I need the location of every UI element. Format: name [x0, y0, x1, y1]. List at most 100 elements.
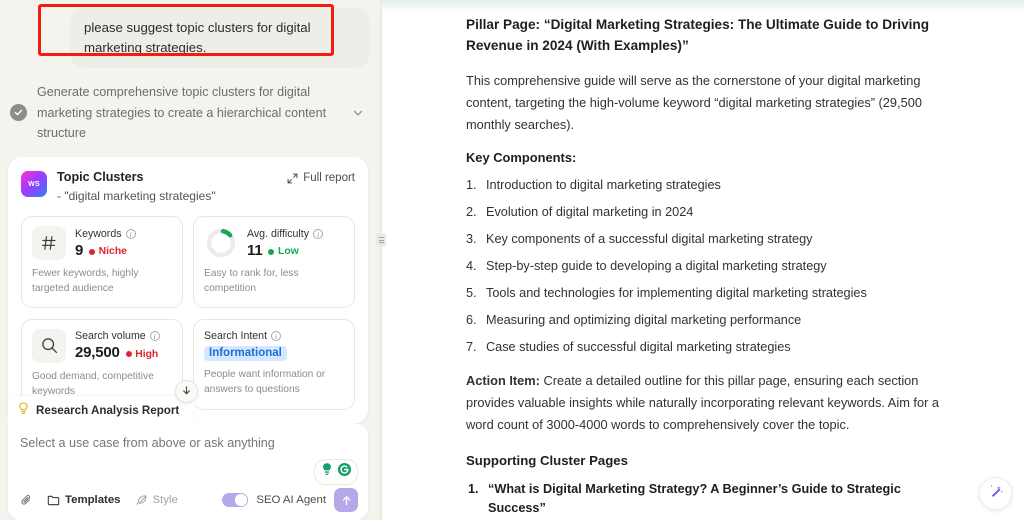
status-dot: [89, 248, 96, 255]
document-intro-paragraph: This comprehensive guide will serve as t…: [466, 73, 922, 133]
style-button[interactable]: Style: [135, 494, 178, 507]
list-item-number: 5.: [466, 285, 477, 300]
check-circle-icon: [10, 104, 27, 122]
metric-card-keywords[interactable]: Keywords i 9 Niche Fewer keywords, highl…: [21, 216, 183, 308]
templates-label: Templates: [65, 494, 121, 506]
list-item-number: 3.: [466, 231, 477, 246]
list-item-number: 6.: [466, 312, 477, 327]
lightbulb-icon: [18, 402, 29, 418]
metric-note: People want information or answers to qu…: [204, 369, 326, 396]
status-badge-label: High: [135, 348, 159, 360]
full-report-button[interactable]: Full report: [287, 172, 355, 184]
arrow-down-icon: [181, 383, 192, 401]
composer-input[interactable]: Select a use case from above or ask anyt…: [20, 436, 356, 450]
list-item: 1. “What is Digital Marketing Strategy? …: [466, 480, 944, 520]
action-item-paragraph: Action Item: Create a detailed outline f…: [466, 370, 944, 436]
chat-scroll-area[interactable]: please suggest topic clusters for digita…: [0, 0, 380, 520]
task-summary-text: Generate comprehensive topic clusters fo…: [37, 85, 327, 140]
card-title: Topic Clusters: [57, 170, 144, 185]
full-report-label: Full report: [303, 172, 355, 185]
metric-value-row: 9 Niche: [75, 242, 136, 259]
style-label: Style: [152, 494, 178, 506]
list-item: 7. Case studies of successful digital mar…: [466, 338, 944, 356]
intent-pill-wrap: Informational: [204, 342, 344, 362]
supporting-cluster-pages-heading: Supporting Cluster Pages: [466, 452, 628, 468]
paperclip-icon: [21, 494, 31, 505]
list-item-label: Key components of a successful digital m…: [486, 231, 813, 246]
status-badge-label: Niche: [98, 246, 127, 258]
magic-wand-button[interactable]: [979, 477, 1012, 510]
list-item: 6. Measuring and optimizing digital marke…: [466, 311, 944, 329]
use-case-tab-label: Research Analysis Report: [36, 403, 180, 417]
metric-label: Search volume: [75, 330, 146, 343]
info-icon[interactable]: i: [313, 228, 324, 239]
metric-label: Keywords: [75, 227, 122, 240]
list-item: 5. Tools and technologies for implementin…: [466, 284, 944, 302]
composer-toolbar: Templates Style SEO AI Agent: [20, 488, 358, 512]
metrics-row-1: Keywords i 9 Niche Fewer keywords, highl…: [21, 216, 355, 308]
metric-label: Avg. difficulty: [247, 227, 310, 240]
chevron-down-icon[interactable]: [350, 107, 366, 119]
grammarly-g-icon[interactable]: [337, 462, 352, 482]
info-icon[interactable]: i: [149, 331, 160, 342]
list-item: 4. Step-by-step guide to developing a dig…: [466, 257, 944, 275]
info-icon[interactable]: i: [271, 330, 282, 341]
feather-icon: [135, 494, 146, 505]
metric-label: Search Intent: [204, 329, 268, 342]
status-dot: [268, 248, 275, 255]
list-item-number: 7.: [466, 339, 477, 354]
lightbulb-green-icon[interactable]: [320, 462, 334, 482]
metric-value: 9: [75, 241, 84, 259]
attach-button[interactable]: [20, 494, 33, 507]
folder-icon: [47, 495, 60, 505]
app-logo-icon: WS: [21, 171, 47, 198]
metric-body: Keywords i 9 Niche: [75, 228, 136, 259]
list-item-label: Measuring and optimizing digital marketi…: [486, 312, 802, 327]
scroll-to-bottom-button[interactable]: [175, 380, 198, 403]
chat-panel: please suggest topic clusters for digita…: [0, 0, 380, 520]
use-case-tab[interactable]: Research Analysis Report: [8, 396, 196, 424]
metric-card-difficulty[interactable]: Avg. difficulty i 11 Low Easy to rank fo…: [193, 216, 355, 308]
list-item-label: Tools and technologies for implementing …: [486, 285, 867, 300]
metric-note: Fewer keywords, highly targeted audience: [32, 268, 139, 295]
list-item: 3. Key components of a successful digital…: [466, 230, 944, 248]
templates-button[interactable]: Templates: [47, 494, 121, 507]
expand-icon: [287, 173, 298, 184]
metric-body: Search volume i 29,500 High: [75, 330, 160, 361]
drag-handle-icon[interactable]: [376, 233, 386, 247]
metric-note: Good demand, competitive keywords: [32, 370, 154, 397]
cluster-list: 1. “What is Digital Marketing Strategy? …: [466, 480, 944, 520]
document-content[interactable]: Pillar Page: “Digital Marketing Strategi…: [382, 0, 1024, 520]
search-intent-pill: Informational: [204, 345, 287, 361]
card-subtitle: - "digital marketing strategies": [57, 189, 216, 204]
key-components-list: 1. Introduction to digital marketing stra…: [466, 176, 944, 356]
status-badge: High: [125, 348, 159, 360]
search-icon: [32, 328, 66, 363]
metric-top: Keywords i 9 Niche: [32, 226, 172, 261]
seo-ai-agent-toggle[interactable]: [222, 492, 249, 508]
info-icon[interactable]: i: [125, 228, 136, 239]
task-summary-row[interactable]: Generate comprehensive topic clusters fo…: [0, 68, 380, 155]
key-components-heading: Key Components:: [466, 150, 577, 166]
metric-top: Avg. difficulty i 11 Low: [204, 226, 344, 260]
document-panel: Pillar Page: “Digital Marketing Strategi…: [382, 0, 1024, 520]
metric-value: 29,500: [75, 344, 120, 362]
metric-value-row: 11 Low: [247, 242, 323, 259]
card-header: WS Topic Clusters - "digital marketing s…: [21, 169, 355, 205]
cluster-number: 1.: [468, 481, 479, 496]
arrow-up-icon: [342, 495, 350, 505]
list-item-number: 2.: [466, 205, 477, 220]
composer-box[interactable]: Select a use case from above or ask anyt…: [8, 424, 368, 520]
metric-label-row: Avg. difficulty i: [247, 227, 324, 240]
grammarly-widget[interactable]: [314, 459, 358, 485]
send-button[interactable]: [334, 488, 358, 512]
status-badge: Low: [268, 246, 299, 257]
donut-chart-icon: [204, 226, 238, 260]
action-item-label: Action Item:: [466, 372, 540, 388]
metric-label-row: Search Intent i: [204, 330, 344, 342]
list-item-label: Step-by-step guide to developing a digit…: [486, 258, 827, 273]
metric-label-row: Keywords i: [75, 228, 136, 240]
seo-ai-agent-label: SEO AI Agent: [256, 494, 326, 506]
cluster-title: “What is Digital Marketing Strategy? A B…: [488, 481, 901, 516]
card-title-wrap: Topic Clusters - "digital marketing stra…: [57, 169, 277, 205]
